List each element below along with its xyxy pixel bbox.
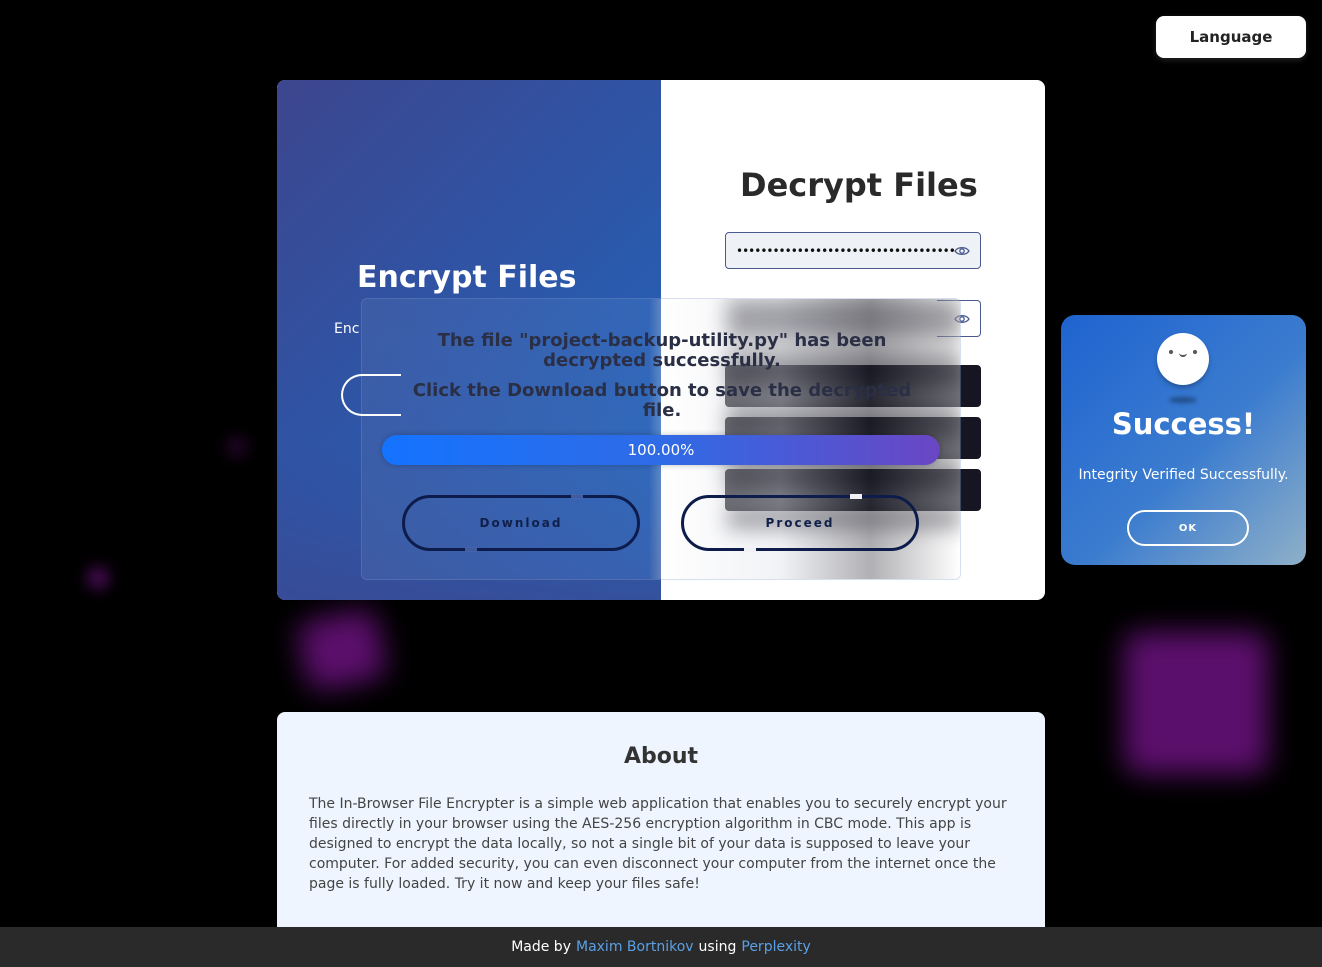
decrypt-password-field[interactable]: ••••••••••••••••••••••••••••••••••••••••…	[725, 232, 981, 269]
face-shadow	[1169, 397, 1197, 403]
footer-made-by: Made by	[511, 939, 571, 955]
download-label: Download	[479, 516, 563, 530]
encrypt-button[interactable]	[341, 374, 401, 416]
decrypt-title: Decrypt Files	[740, 166, 978, 204]
author-link[interactable]: Maxim Bortnikov	[576, 939, 694, 955]
background-glow	[88, 568, 108, 588]
about-section: About The In-Browser File Encrypter is a…	[277, 712, 1045, 942]
background-glow	[228, 438, 246, 456]
footer-using: using	[698, 939, 737, 955]
decrypt-success-message: The file "project-backup-utility.py" has…	[437, 330, 887, 371]
background-glow	[1124, 632, 1268, 774]
password-value: ••••••••••••••••••••••••••••••••••••••••…	[736, 243, 954, 258]
success-message: Integrity Verified Successfully.	[1078, 467, 1289, 483]
tool-link[interactable]: Perplexity	[741, 939, 810, 955]
language-button[interactable]: Language	[1156, 16, 1306, 58]
success-title: Success!	[1111, 407, 1256, 441]
download-button[interactable]: Download	[402, 494, 640, 552]
download-instruction: Click the Download button to save the de…	[412, 380, 912, 421]
proceed-button[interactable]: Proceed	[681, 494, 919, 552]
encrypt-subtitle: Enc	[334, 321, 360, 337]
progress-bar: 100.00%	[382, 435, 940, 465]
eye-icon[interactable]	[954, 243, 970, 259]
smiley-face-icon	[1157, 333, 1209, 385]
ok-button[interactable]: OK	[1127, 510, 1249, 546]
success-dialog: Success! Integrity Verified Successfully…	[1061, 315, 1306, 565]
decrypt-result-modal: The file "project-backup-utility.py" has…	[361, 298, 961, 580]
progress-text: 100.00%	[627, 441, 695, 459]
proceed-label: Proceed	[765, 516, 835, 530]
about-text: The In-Browser File Encrypter is a simpl…	[309, 796, 1007, 892]
about-title: About	[623, 744, 699, 769]
background-glow	[295, 607, 389, 693]
encrypt-title: Encrypt Files	[357, 260, 577, 295]
footer: Made by Maxim Bortnikov using Perplexity	[0, 927, 1322, 967]
